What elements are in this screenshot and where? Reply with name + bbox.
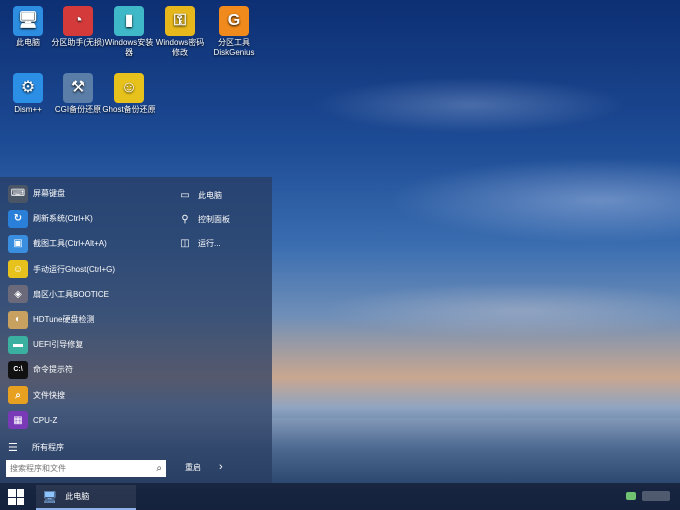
desktop-icon[interactable]: ☺ Ghost备份还原 (101, 73, 157, 115)
app-icon: G (219, 6, 249, 36)
start-menu-item[interactable]: C:\ 命令提示符 (0, 357, 170, 382)
place-icon: ▭ (180, 189, 190, 201)
start-menu-item[interactable]: ⌨ 屏幕键盘 (0, 181, 170, 206)
start-menu-item-label: 刷新系统(Ctrl+K) (33, 214, 93, 224)
start-menu-item[interactable]: ↻ 刷新系统(Ctrl+K) (0, 206, 170, 231)
start-menu-item[interactable]: ◐ HDTune硬盘检测 (0, 307, 170, 332)
desktop-icon-label: Ghost备份还原 (102, 105, 156, 114)
desktop-icon-label: CGI备份还原 (54, 105, 102, 114)
search-icon[interactable]: ⌕ (156, 463, 162, 474)
start-menu-item[interactable]: ☺ 手动运行Ghost(Ctrl+G) (0, 257, 170, 282)
desktop-icon-label: Dism++ (14, 105, 42, 114)
place-icon: ⚲ (181, 213, 189, 225)
start-menu-item-label: 扇区小工具BOOTICE (33, 289, 110, 299)
start-menu-item[interactable]: ▬ UEFI引导修复 (0, 332, 170, 357)
app-icon: ⚒ (63, 73, 93, 103)
program-icon: ▦ (8, 411, 28, 430)
search-box[interactable]: ⌕ (6, 460, 166, 477)
clock[interactable] (642, 491, 670, 501)
chevron-right-icon[interactable]: › (219, 461, 223, 473)
start-menu-item[interactable]: ◈ 扇区小工具BOOTICE (0, 282, 170, 307)
all-programs-label: 所有程序 (32, 442, 64, 452)
start-menu: ⌨ 屏幕键盘 ↻ 刷新系统(Ctrl+K) ▣ 截图工具(Ctrl+Alt+A) ☺ 手动运行… (0, 177, 272, 483)
start-menu-item-label: CPU-Z (33, 415, 58, 425)
list-icon: ☰ (8, 441, 18, 454)
desktop-icon[interactable]: ⚿ Windows密码修改 (152, 6, 208, 58)
app-icon: 🖥 (13, 6, 43, 36)
start-menu-programs: ⌨ 屏幕键盘 ↻ 刷新系统(Ctrl+K) ▣ 截图工具(Ctrl+Alt+A) ☺ 手动运行… (0, 181, 170, 433)
desktop-icon[interactable]: ◔ 分区助手(无损) (50, 6, 106, 48)
taskbar-item-label: 此电脑 (65, 492, 90, 501)
desktop-icon[interactable]: ▮ Windows安装器 (101, 6, 157, 58)
start-menu-place-label: 此电脑 (198, 190, 222, 200)
desktop-icon-label: 此电脑 (16, 38, 40, 47)
program-icon: ▬ (8, 335, 28, 354)
start-menu-item[interactable]: ▦ CPU-Z (0, 408, 170, 433)
program-icon: ◈ (8, 285, 28, 304)
windows-start-icon[interactable] (8, 489, 24, 505)
start-menu-item-label: 截图工具(Ctrl+Alt+A) (33, 239, 107, 249)
program-icon: ↻ (8, 209, 28, 228)
desktop-icon[interactable]: G 分区工具DiskGenius (206, 6, 262, 58)
start-menu-item[interactable]: ⌕ 文件快搜 (0, 383, 170, 408)
start-menu-place[interactable]: ◫ 运行... (178, 231, 268, 255)
program-icon: ⌕ (8, 386, 28, 405)
system-tray (626, 491, 670, 501)
program-icon: ☺ (8, 260, 28, 279)
desktop-icon-label: Windows安装器 (104, 38, 154, 57)
start-menu-place-label: 运行... (198, 238, 221, 248)
start-menu-item-label: UEFI引导修复 (33, 340, 84, 350)
start-menu-place[interactable]: ▭ 此电脑 (178, 183, 268, 207)
desktop-icon[interactable]: ⚙ Dism++ (0, 73, 56, 115)
taskbar: 🖥 此电脑 (0, 483, 680, 510)
start-menu-item[interactable]: ▣ 截图工具(Ctrl+Alt+A) (0, 231, 170, 256)
app-icon: ▮ (114, 6, 144, 36)
restart-label: 重启 (185, 462, 201, 472)
start-menu-place[interactable]: ⚲ 控制面板 (178, 207, 268, 231)
all-programs-button[interactable]: ☰ 所有程序 (8, 439, 64, 455)
app-icon: ⚿ (165, 6, 195, 36)
program-icon: ⌨ (8, 184, 28, 203)
start-menu-places: ▭ 此电脑 ⚲ 控制面板 ◫ 运行... (178, 183, 268, 255)
place-icon: ◫ (180, 237, 190, 249)
search-input[interactable] (10, 464, 140, 473)
desktop-icon-label: 分区工具DiskGenius (213, 38, 255, 57)
start-menu-item-label: 命令提示符 (33, 365, 73, 375)
program-icon: ▣ (8, 234, 28, 253)
start-menu-place-label: 控制面板 (198, 214, 230, 224)
restart-button[interactable]: 重启 › (185, 461, 223, 473)
program-icon: ◐ (8, 310, 28, 329)
network-icon[interactable] (626, 492, 636, 500)
taskbar-item-this-pc[interactable]: 🖥 此电脑 (36, 485, 136, 510)
app-icon: ◔ (63, 6, 93, 36)
program-icon: C:\ (8, 360, 28, 379)
app-icon: ☺ (114, 73, 144, 103)
app-icon: ⚙ (13, 73, 43, 103)
start-menu-item-label: 屏幕键盘 (33, 189, 65, 199)
start-menu-item-label: HDTune硬盘检测 (33, 315, 95, 325)
desktop-icon[interactable]: 🖥 此电脑 (0, 6, 56, 48)
desktop-icon[interactable]: ⚒ CGI备份还原 (50, 73, 106, 115)
start-menu-item-label: 文件快搜 (33, 390, 65, 400)
desktop-icon-label: 分区助手(无损) (51, 38, 105, 47)
desktop-icon-label: Windows密码修改 (155, 38, 205, 57)
start-menu-item-label: 手动运行Ghost(Ctrl+G) (33, 264, 116, 274)
computer-icon: 🖥 (42, 489, 58, 504)
